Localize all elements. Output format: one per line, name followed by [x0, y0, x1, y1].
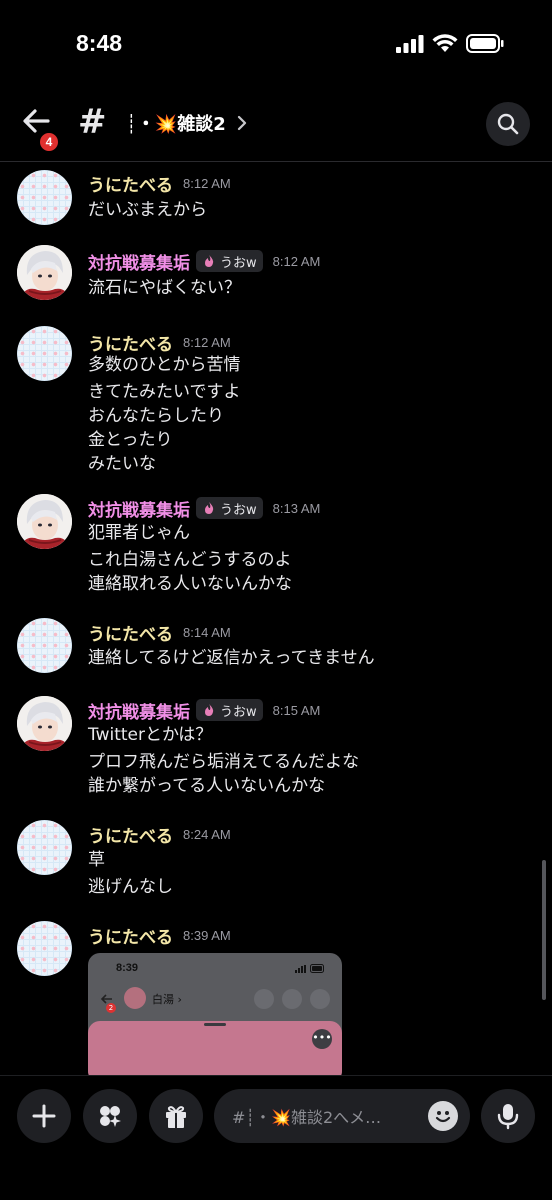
add-attachment-button[interactable]: [17, 1089, 71, 1143]
wifi-icon: [432, 34, 458, 52]
search-button[interactable]: [486, 102, 530, 146]
avatar[interactable]: [17, 245, 72, 300]
gift-icon: [166, 1106, 186, 1128]
author-name[interactable]: うにたべる: [88, 620, 173, 645]
embed-badge: 2: [106, 1003, 116, 1013]
clan-tag-label: うおw: [220, 704, 257, 720]
clan-tag[interactable]: うおw: [196, 699, 263, 721]
message-text: プロフ飛んだら垢消えてるんだよな 誰か繋がってる人いないんかな: [88, 752, 360, 796]
avatar[interactable]: [17, 696, 72, 751]
embed-contact-name: 白湯 ›: [152, 993, 182, 1006]
gift-button[interactable]: [149, 1089, 203, 1143]
message-timestamp: 8:13 AM: [272, 500, 321, 516]
chevron-right-icon: [237, 115, 246, 131]
message-text: 連絡してるけど返信かえってきません: [88, 648, 375, 668]
search-icon: [497, 113, 519, 135]
channel-title[interactable]: ┊・💥雑談2: [126, 110, 248, 136]
embed-avatar: [124, 987, 146, 1009]
character-avatar-image: [17, 494, 72, 549]
channel-hash-icon: #: [78, 102, 107, 142]
message-text: Twitterとかは？: [88, 725, 213, 745]
author-name[interactable]: 対抗戦募集垢: [88, 496, 190, 521]
message-timestamp: 8:12 AM: [272, 253, 321, 269]
clan-tag[interactable]: うおw: [196, 497, 263, 519]
message-input-placeholder: #┊・💥雑談2へメ…: [232, 1108, 382, 1127]
flame-icon: [205, 502, 214, 514]
character-avatar-image: [17, 245, 72, 300]
message-text: 犯罪者じゃん: [88, 523, 190, 543]
channel-header: 4 # ┊・💥雑談2: [0, 92, 552, 162]
emoji-icon: [435, 1111, 451, 1123]
message-list[interactable]: うにたべる 8:12 AM だいぶまえから 対抗戦募集垢 うおw 8:12 AM…: [0, 163, 552, 1075]
avatar[interactable]: [17, 820, 72, 875]
status-bar: 8:48: [0, 0, 552, 92]
avatar[interactable]: [17, 326, 72, 381]
author-name[interactable]: うにたべる: [88, 822, 173, 847]
message-text: 逃げんなし: [88, 877, 173, 897]
clan-tag-label: うおw: [220, 255, 257, 271]
status-time: 8:48: [76, 30, 123, 56]
battery-icon: [466, 34, 504, 53]
clan-tag[interactable]: うおw: [196, 250, 263, 272]
signal-icon: [396, 34, 424, 53]
embed-status-time: 8:39: [116, 962, 139, 974]
message-text: 流石にやばくない？: [88, 278, 241, 298]
microphone-icon: [497, 1104, 519, 1130]
embed-video-icon: [282, 989, 302, 1009]
message-text: だいぶまえから: [88, 200, 207, 220]
embed-more-icon: •••: [312, 1029, 332, 1049]
message-timestamp: 8:39 AM: [183, 927, 231, 943]
avatar[interactable]: [17, 170, 72, 225]
flame-icon: [205, 255, 214, 267]
unread-badge: 4: [37, 130, 61, 154]
message-text: きてたみたいですよ おんなたらしたり 金とったり みたいな: [88, 382, 241, 474]
message-input[interactable]: #┊・💥雑談2へメ…: [214, 1089, 470, 1143]
image-attachment[interactable]: 8:39 2 白湯 › •••: [88, 953, 342, 1075]
message-timestamp: 8:24 AM: [183, 826, 231, 842]
message-text: 草: [88, 850, 105, 870]
message-text: これ白湯さんどうするのよ 連絡取れる人いないんかな: [88, 550, 292, 594]
author-name[interactable]: うにたべる: [88, 923, 173, 948]
character-avatar-image: [17, 696, 72, 751]
composer-bar: #┊・💥雑談2へメ…: [0, 1075, 552, 1200]
embed-status-icons: [295, 964, 326, 973]
embed-sheet: •••: [88, 1021, 342, 1075]
author-name[interactable]: 対抗戦募集垢: [88, 249, 190, 274]
emoji-button[interactable]: [428, 1101, 458, 1131]
embed-search-icon: [310, 989, 330, 1009]
channel-name: ┊・💥雑談2: [126, 114, 226, 135]
apps-icon: [100, 1106, 121, 1127]
message-text: 多数のひとから苦情: [88, 355, 241, 375]
avatar[interactable]: [17, 618, 72, 673]
author-name[interactable]: 対抗戦募集垢: [88, 698, 190, 723]
clan-tag-label: うおw: [220, 502, 257, 518]
embed-call-icon: [254, 989, 274, 1009]
message-timestamp: 8:12 AM: [183, 334, 231, 350]
flame-icon: [205, 704, 214, 716]
apps-button[interactable]: [83, 1089, 137, 1143]
scrollbar[interactable]: [542, 860, 546, 1000]
voice-message-button[interactable]: [481, 1089, 535, 1143]
avatar[interactable]: [17, 921, 72, 976]
avatar[interactable]: [17, 494, 72, 549]
message-timestamp: 8:12 AM: [183, 175, 231, 191]
author-name[interactable]: うにたべる: [88, 171, 173, 196]
message-timestamp: 8:14 AM: [183, 624, 231, 640]
status-icons: [396, 34, 504, 53]
author-name[interactable]: うにたべる: [88, 330, 173, 355]
plus-icon: [32, 1104, 56, 1128]
message-timestamp: 8:15 AM: [272, 702, 321, 718]
